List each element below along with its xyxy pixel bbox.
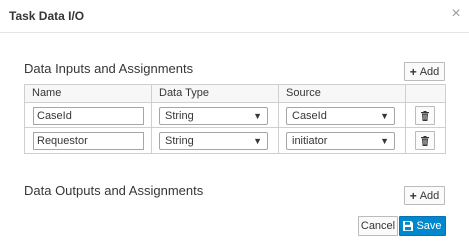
outputs-section-title: Data Outputs and Assignments xyxy=(24,183,204,198)
caret-down-icon: ▼ xyxy=(380,111,389,121)
caret-down-icon: ▼ xyxy=(253,111,262,121)
column-header-actions xyxy=(405,85,445,102)
table-row: String ▼ initiator ▼ xyxy=(25,128,445,153)
source-select[interactable]: initiator ▼ xyxy=(286,132,395,150)
cancel-button[interactable]: Cancel xyxy=(358,216,398,236)
data-type-select[interactable]: String ▼ xyxy=(159,132,268,150)
inputs-table: Name Data Type Source String ▼ CaseId ▼ xyxy=(24,84,446,154)
table-row: String ▼ CaseId ▼ xyxy=(25,103,445,128)
delete-row-button[interactable] xyxy=(415,106,435,125)
inputs-section-title: Data Inputs and Assignments xyxy=(24,61,194,76)
table-header-row: Name Data Type Source xyxy=(25,85,445,103)
close-icon[interactable]: × xyxy=(449,6,463,22)
add-input-label: Add xyxy=(419,65,440,78)
add-input-button[interactable]: + Add xyxy=(404,62,445,81)
save-button[interactable]: Save xyxy=(399,216,446,236)
column-header-source: Source xyxy=(278,85,405,102)
plus-icon: + xyxy=(409,188,417,203)
source-select[interactable]: CaseId ▼ xyxy=(286,107,395,125)
dialog-header: Task Data I/O × xyxy=(0,0,469,33)
task-data-io-dialog: Task Data I/O × Data Inputs and Assignme… xyxy=(0,0,469,246)
column-header-data-type: Data Type xyxy=(151,85,278,102)
plus-icon: + xyxy=(409,64,417,79)
data-type-select[interactable]: String ▼ xyxy=(159,107,268,125)
dialog-title: Task Data I/O xyxy=(9,9,85,23)
add-output-label: Add xyxy=(419,189,440,202)
caret-down-icon: ▼ xyxy=(380,136,389,146)
column-header-name: Name xyxy=(32,87,62,99)
add-output-button[interactable]: + Add xyxy=(404,186,445,205)
trash-icon xyxy=(421,135,429,146)
name-input[interactable] xyxy=(33,132,144,150)
save-icon xyxy=(403,221,414,231)
delete-row-button[interactable] xyxy=(415,131,435,150)
caret-down-icon: ▼ xyxy=(253,136,262,146)
name-input[interactable] xyxy=(33,107,144,125)
trash-icon xyxy=(421,110,429,121)
